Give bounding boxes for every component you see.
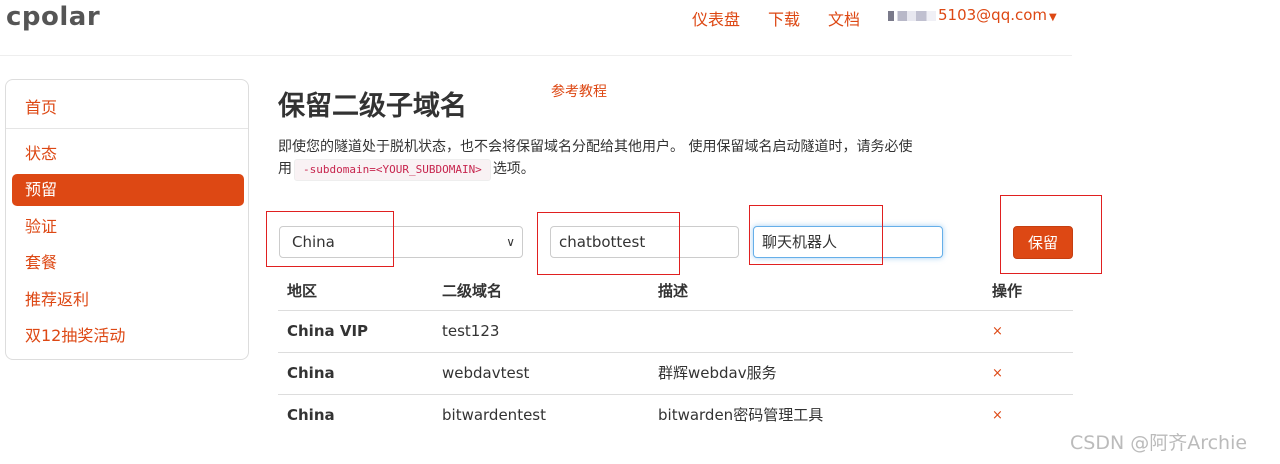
redacted-email-mask — [888, 10, 936, 21]
header-action: 操作 — [992, 282, 1023, 300]
region-select-value: China — [292, 233, 335, 251]
table-header-row: 地区 二级域名 描述 操作 — [278, 276, 1073, 311]
header-subdomain: 二级域名 — [442, 282, 503, 300]
table-row: China VIP test123 × — [278, 311, 1073, 353]
region-select[interactable]: China ∨ — [279, 226, 523, 258]
page-description: 即使您的隧道处于脱机状态，也不会将保留域名分配给其他用户。 使用保留域名启动隧道… — [278, 136, 918, 181]
nav-download-link[interactable]: 下载 — [768, 6, 800, 30]
row-subdomain: bitwardentest — [442, 406, 546, 424]
tutorial-link[interactable]: 参考教程 — [551, 81, 607, 101]
sidebar-item-verify[interactable]: 验证 — [12, 211, 244, 243]
user-menu[interactable]: 5103@qq.com ▼ — [888, 6, 1057, 24]
reserve-button[interactable]: 保留 — [1013, 226, 1073, 259]
delete-icon[interactable]: × — [992, 311, 1003, 352]
logo[interactable]: cpolar — [6, 2, 100, 32]
header-region: 地区 — [287, 282, 318, 300]
row-region: China VIP — [287, 322, 369, 340]
sidebar: 首页 状态 预留 验证 套餐 推荐返利 双12抽奖活动 — [5, 79, 249, 360]
watermark: CSDN @阿齐Archie — [1070, 432, 1248, 454]
reserved-domains-table: 地区 二级域名 描述 操作 China VIP test123 × China … — [278, 276, 1073, 436]
sidebar-divider — [6, 128, 248, 129]
sidebar-item-plan[interactable]: 套餐 — [12, 247, 244, 279]
subdomain-input[interactable]: chatbottest — [550, 226, 739, 258]
subdomain-option-code: -subdomain=<YOUR_SUBDOMAIN> — [294, 159, 491, 181]
sidebar-item-reserve[interactable]: 预留 — [12, 174, 244, 206]
row-description: 群辉webdav服务 — [658, 364, 777, 382]
user-email: 5103@qq.com — [938, 6, 1048, 24]
sidebar-item-status[interactable]: 状态 — [12, 138, 244, 170]
nav-docs-link[interactable]: 文档 — [828, 6, 860, 30]
delete-icon[interactable]: × — [992, 353, 1003, 394]
header-description: 描述 — [658, 282, 689, 300]
sidebar-item-lottery[interactable]: 双12抽奖活动 — [12, 320, 244, 352]
sidebar-item-home[interactable]: 首页 — [25, 94, 57, 118]
page-title: 保留二级子域名 — [278, 91, 467, 122]
row-subdomain: test123 — [442, 322, 500, 340]
caret-down-icon: ▼ — [1049, 12, 1057, 23]
delete-icon[interactable]: × — [992, 395, 1003, 436]
description-input[interactable]: 聊天机器人 — [753, 226, 943, 258]
table-row: China bitwardentest bitwarden密码管理工具 × — [278, 395, 1073, 436]
table-row: China webdavtest 群辉webdav服务 × — [278, 353, 1073, 395]
sidebar-item-referral[interactable]: 推荐返利 — [12, 284, 244, 316]
row-region: China — [287, 406, 335, 424]
row-subdomain: webdavtest — [442, 364, 530, 382]
chevron-down-icon: ∨ — [506, 235, 515, 249]
nav-dashboard-link[interactable]: 仪表盘 — [692, 6, 740, 30]
description-text-2: 选项。 — [492, 161, 535, 177]
header-divider — [0, 55, 1072, 56]
row-region: China — [287, 364, 335, 382]
row-description: bitwarden密码管理工具 — [658, 406, 824, 424]
